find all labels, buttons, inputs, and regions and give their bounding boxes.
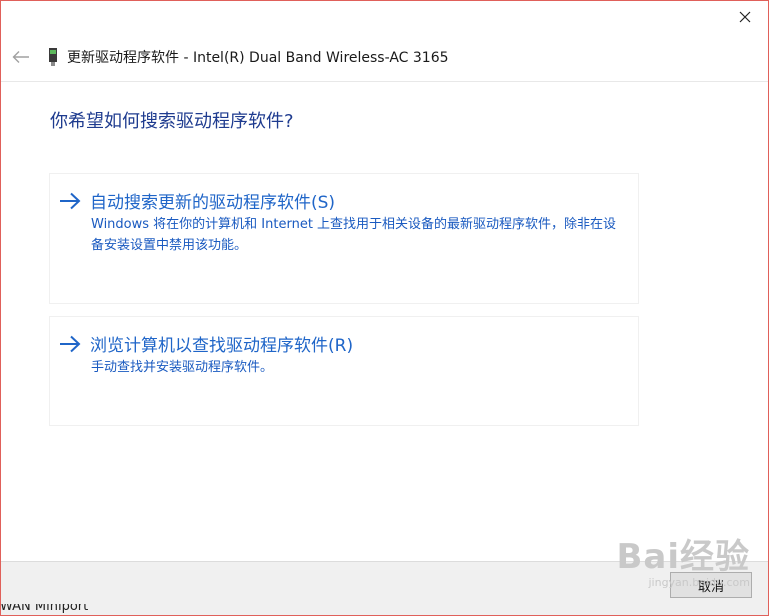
close-icon [739,11,751,23]
title-divider [1,81,768,82]
auto-search-option[interactable]: 自动搜索更新的驱动程序软件(S) Windows 将在你的计算机和 Intern… [49,173,639,304]
network-adapter-icon [45,46,61,68]
browse-computer-description: 手动查找并安装驱动程序软件。 [91,360,274,375]
title-bar: 更新驱动程序软件 - Intel(R) Dual Band Wireless-A… [1,35,768,79]
option-header: 浏览计算机以查找驱动程序软件(R) [59,331,353,356]
browse-computer-title: 浏览计算机以查找驱动程序软件(R) [90,336,354,356]
auto-search-title: 自动搜索更新的驱动程序软件(S) [90,193,336,213]
auto-search-description: Windows 将在你的计算机和 Internet 上查找用于相关设备的最新驱动… [91,217,617,253]
back-arrow-icon [12,51,29,63]
back-button[interactable] [7,43,35,71]
right-arrow-icon [60,192,81,209]
background-window-strip: WAN Miniport [0,604,769,616]
browse-computer-option[interactable]: 浏览计算机以查找驱动程序软件(R) 手动查找并安装驱动程序软件。 [49,316,639,426]
update-driver-dialog: 更新驱动程序软件 - Intel(R) Dual Band Wireless-A… [0,0,769,616]
close-button[interactable] [722,1,768,33]
page-heading: 你希望如何搜索驱动程序软件? [50,111,294,132]
right-arrow-icon [60,335,81,352]
cancel-button[interactable]: 取消 [670,572,752,598]
window-title: 更新驱动程序软件 - Intel(R) Dual Band Wireless-A… [67,50,449,66]
option-header: 自动搜索更新的驱动程序软件(S) [59,188,335,213]
background-list-item: WAN Miniport [0,604,89,614]
